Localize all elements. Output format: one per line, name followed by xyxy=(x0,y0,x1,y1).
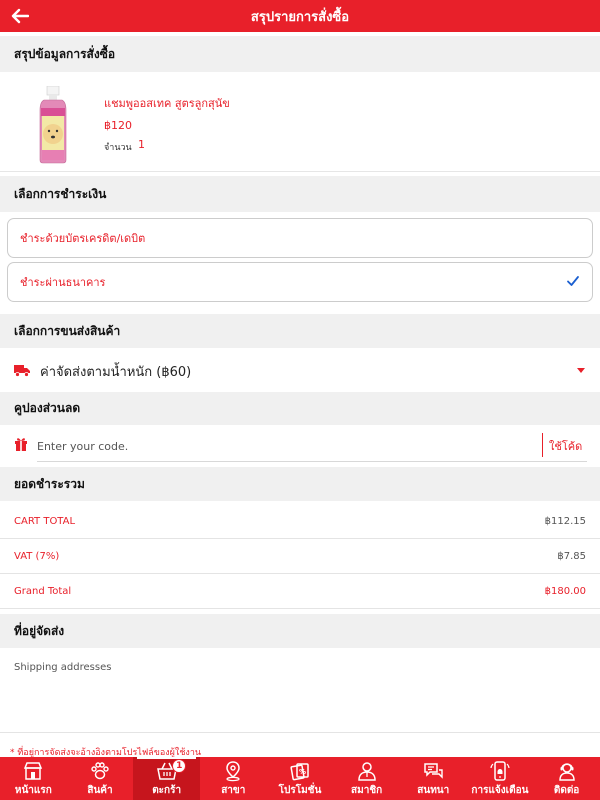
shipping-address-text[interactable]: Shipping addresses xyxy=(14,662,111,673)
nav-notifications[interactable]: การแจ้งเตือน xyxy=(467,757,534,800)
apply-coupon-button[interactable]: ใช้โค้ด xyxy=(549,437,582,455)
chat-icon xyxy=(424,763,443,779)
shipping-heading: เลือกการขนส่งสินค้า xyxy=(0,314,600,348)
check-icon xyxy=(567,276,579,286)
grand-total-row: Grand Total ฿180.00 xyxy=(0,574,600,609)
product-item xyxy=(0,72,600,172)
coupon-heading: คูปองส่วนลด xyxy=(0,392,600,425)
bell-phone-icon xyxy=(490,761,510,781)
nav-chat-label: สนทนา xyxy=(417,785,450,796)
shipping-method-select[interactable]: ค่าจัดส่งตามน้ำหนัก (฿60) xyxy=(0,352,600,388)
nav-members-label: สมาชิก xyxy=(351,785,383,796)
payment-option-bank[interactable]: ชำระผ่านธนาคาร xyxy=(7,262,593,302)
totals-heading: ยอดชำระรวม xyxy=(0,467,600,501)
paw-icon xyxy=(91,762,109,780)
top-bar: สรุปรายการสั่งซื้อ xyxy=(0,0,600,32)
vat-label: VAT (7%) xyxy=(14,551,60,562)
coupon-code-input[interactable] xyxy=(37,432,537,460)
gift-icon xyxy=(15,438,27,451)
coupon-icon: % xyxy=(290,763,309,781)
truck-icon xyxy=(14,365,30,377)
nav-products-label: สินค้า xyxy=(87,785,113,796)
vat-row: VAT (7%) ฿7.85 xyxy=(0,539,600,574)
quantity-label: จำนวน xyxy=(104,143,132,153)
contact-icon xyxy=(558,763,575,781)
nav-promotions-label: โปรโมชั่น xyxy=(278,785,322,796)
member-icon xyxy=(357,762,376,781)
nav-branches-label: สาขา xyxy=(221,785,246,796)
store-icon xyxy=(24,762,43,780)
order-summary-heading: สรุปข้อมูลการสั่งซื้อ xyxy=(0,36,600,72)
product-thumbnail xyxy=(39,86,67,164)
nav-branches[interactable]: สาขา xyxy=(200,757,267,800)
nav-products[interactable]: สินค้า xyxy=(67,757,134,800)
grand-total-value: ฿180.00 xyxy=(544,586,586,597)
quantity-value: 1 xyxy=(138,138,145,151)
cart-count-badge: 1 xyxy=(172,759,187,773)
address-divider xyxy=(0,732,600,733)
product-name: แชมพูออสเทค สูตรลูกสุนัข xyxy=(104,97,230,110)
svg-text:%: % xyxy=(299,768,306,776)
location-pin-icon xyxy=(226,761,241,782)
coupon-divider xyxy=(542,433,543,457)
shipping-method-label: ค่าจัดส่งตามน้ำหนัก (฿60) xyxy=(40,365,192,380)
nav-home-label: หน้าแรก xyxy=(14,785,52,796)
product-price: ฿120 xyxy=(104,119,132,132)
coupon-row: ใช้โค้ด xyxy=(0,425,600,465)
back-button[interactable] xyxy=(8,4,32,28)
coupon-input-underline xyxy=(37,461,587,462)
nav-contact-label: ติดต่อ xyxy=(553,785,580,796)
nav-chat[interactable]: สนทนา xyxy=(400,757,467,800)
nav-promotions[interactable]: % โปรโมชั่น xyxy=(267,757,334,800)
payment-option-bank-label: ชำระผ่านธนาคาร xyxy=(20,276,106,289)
payment-option-card-label: ชำระด้วยบัตรเครดิต/เดบิต xyxy=(20,232,146,245)
payment-option-card[interactable]: ชำระด้วยบัตรเครดิต/เดบิต xyxy=(7,218,593,258)
cart-total-row: CART TOTAL ฿112.15 xyxy=(0,504,600,539)
nav-cart[interactable]: 1 ตะกร้า xyxy=(133,757,200,800)
vat-value: ฿7.85 xyxy=(557,551,586,562)
bottom-nav: หน้าแรก สินค้า 1 ตะกร้า สาขา % โปรโมชั่น… xyxy=(0,757,600,800)
nav-home[interactable]: หน้าแรก xyxy=(0,757,67,800)
payment-heading: เลือกการชำระเงิน xyxy=(0,176,600,212)
chevron-down-icon xyxy=(577,368,585,373)
nav-members[interactable]: สมาชิก xyxy=(333,757,400,800)
grand-total-label: Grand Total xyxy=(14,586,72,597)
cart-total-value: ฿112.15 xyxy=(544,516,586,527)
address-heading: ที่อยู่จัดส่ง xyxy=(0,614,600,648)
nav-notifications-label: การแจ้งเตือน xyxy=(471,785,529,796)
nav-contact[interactable]: ติดต่อ xyxy=(533,757,600,800)
nav-cart-label: ตะกร้า xyxy=(152,785,182,796)
arrow-left-icon xyxy=(11,8,29,24)
page-title: สรุปรายการสั่งซื้อ xyxy=(250,9,350,25)
cart-total-label: CART TOTAL xyxy=(14,516,76,527)
